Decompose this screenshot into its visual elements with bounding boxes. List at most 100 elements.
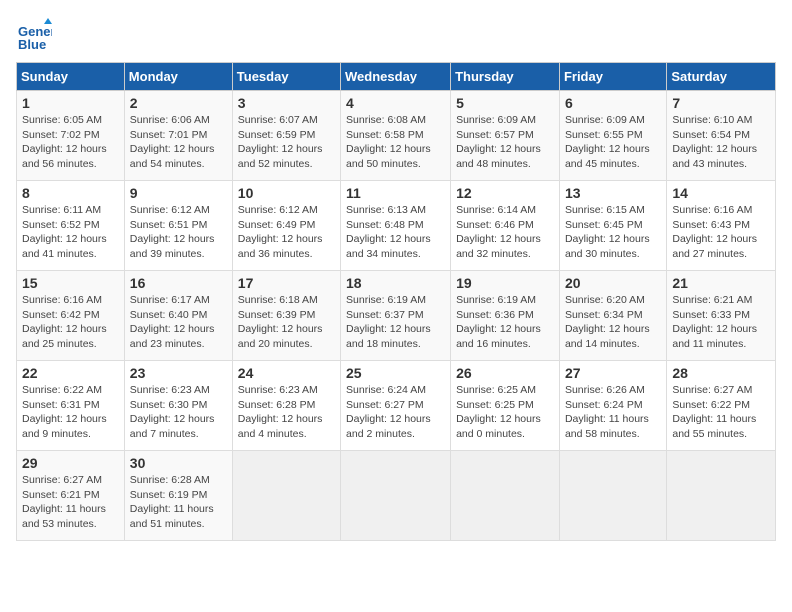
day-number: 29 [22, 455, 119, 471]
cell-info: Sunrise: 6:20 AMSunset: 6:34 PMDaylight:… [565, 293, 661, 352]
cell-info: Sunrise: 6:19 AMSunset: 6:37 PMDaylight:… [346, 293, 445, 352]
day-number: 19 [456, 275, 554, 291]
day-number: 3 [238, 95, 335, 111]
day-number: 4 [346, 95, 445, 111]
calendar-cell: 20 Sunrise: 6:20 AMSunset: 6:34 PMDayligh… [559, 271, 666, 361]
cell-info: Sunrise: 6:11 AMSunset: 6:52 PMDaylight:… [22, 203, 119, 262]
cell-info: Sunrise: 6:08 AMSunset: 6:58 PMDaylight:… [346, 113, 445, 172]
cell-info: Sunrise: 6:21 AMSunset: 6:33 PMDaylight:… [672, 293, 770, 352]
cell-info: Sunrise: 6:19 AMSunset: 6:36 PMDaylight:… [456, 293, 554, 352]
calendar-cell: 17Sunrise: 6:18 AMSunset: 6:39 PMDayligh… [232, 271, 340, 361]
day-number: 12 [456, 185, 554, 201]
cell-info: Sunrise: 6:09 AMSunset: 6:55 PMDaylight:… [565, 113, 661, 172]
calendar-cell [232, 451, 340, 541]
col-header-friday: Friday [559, 63, 666, 91]
cell-info: Sunrise: 6:24 AMSunset: 6:27 PMDaylight:… [346, 383, 445, 442]
day-number: 26 [456, 365, 554, 381]
cell-info: Sunrise: 6:22 AMSunset: 6:31 PMDaylight:… [22, 383, 119, 442]
calendar-cell: 30 Sunrise: 6:28 AMSunset: 6:19 PMDayligh… [124, 451, 232, 541]
calendar-cell: 28 Sunrise: 6:27 AMSunset: 6:22 PMDayligh… [667, 361, 776, 451]
calendar-cell: 9 Sunrise: 6:12 AMSunset: 6:51 PMDaylight… [124, 181, 232, 271]
calendar-cell: 8Sunrise: 6:11 AMSunset: 6:52 PMDaylight… [17, 181, 125, 271]
day-number: 5 [456, 95, 554, 111]
cell-info: Sunrise: 6:09 AMSunset: 6:57 PMDaylight:… [456, 113, 554, 172]
calendar-cell: 6 Sunrise: 6:09 AMSunset: 6:55 PMDaylight… [559, 91, 666, 181]
logo-icon: General Blue [16, 16, 52, 52]
col-header-tuesday: Tuesday [232, 63, 340, 91]
calendar-cell [451, 451, 560, 541]
calendar-cell: 26 Sunrise: 6:25 AMSunset: 6:25 PMDayligh… [451, 361, 560, 451]
cell-info: Sunrise: 6:26 AMSunset: 6:24 PMDaylight:… [565, 383, 661, 442]
day-number: 20 [565, 275, 661, 291]
calendar-cell: 24 Sunrise: 6:23 AMSunset: 6:28 PMDayligh… [232, 361, 340, 451]
cell-info: Sunrise: 6:25 AMSunset: 6:25 PMDaylight:… [456, 383, 554, 442]
calendar-cell [341, 451, 451, 541]
day-number: 14 [672, 185, 770, 201]
calendar-week-row: 15Sunrise: 6:16 AMSunset: 6:42 PMDayligh… [17, 271, 776, 361]
cell-info: Sunrise: 6:06 AMSunset: 7:01 PMDaylight:… [130, 113, 227, 172]
col-header-thursday: Thursday [451, 63, 560, 91]
cell-info: Sunrise: 6:27 AMSunset: 6:22 PMDaylight:… [672, 383, 770, 442]
col-header-wednesday: Wednesday [341, 63, 451, 91]
svg-text:Blue: Blue [18, 37, 46, 52]
cell-info: Sunrise: 6:14 AMSunset: 6:46 PMDaylight:… [456, 203, 554, 262]
calendar-cell: 16Sunrise: 6:17 AMSunset: 6:40 PMDayligh… [124, 271, 232, 361]
calendar-cell: 10Sunrise: 6:12 AMSunset: 6:49 PMDayligh… [232, 181, 340, 271]
col-header-saturday: Saturday [667, 63, 776, 91]
col-header-sunday: Sunday [17, 63, 125, 91]
cell-info: Sunrise: 6:12 AMSunset: 6:51 PMDaylight:… [130, 203, 227, 262]
calendar-cell: 22Sunrise: 6:22 AMSunset: 6:31 PMDayligh… [17, 361, 125, 451]
day-number: 1 [22, 95, 119, 111]
cell-info: Sunrise: 6:17 AMSunset: 6:40 PMDaylight:… [130, 293, 227, 352]
day-number: 13 [565, 185, 661, 201]
day-number: 11 [346, 185, 445, 201]
calendar-cell: 3 Sunrise: 6:07 AMSunset: 6:59 PMDaylight… [232, 91, 340, 181]
calendar-cell: 29 Sunrise: 6:27 AMSunset: 6:21 PMDayligh… [17, 451, 125, 541]
day-number: 23 [130, 365, 227, 381]
calendar-cell: 7 Sunrise: 6:10 AMSunset: 6:54 PMDaylight… [667, 91, 776, 181]
day-number: 28 [672, 365, 770, 381]
cell-info: Sunrise: 6:10 AMSunset: 6:54 PMDaylight:… [672, 113, 770, 172]
cell-info: Sunrise: 6:28 AMSunset: 6:19 PMDaylight:… [130, 473, 227, 532]
logo: General Blue [16, 16, 56, 52]
day-number: 6 [565, 95, 661, 111]
calendar-cell: 18 Sunrise: 6:19 AMSunset: 6:37 PMDayligh… [341, 271, 451, 361]
calendar-cell: 23 Sunrise: 6:23 AMSunset: 6:30 PMDayligh… [124, 361, 232, 451]
day-number: 17 [238, 275, 335, 291]
day-number: 30 [130, 455, 227, 471]
cell-info: Sunrise: 6:15 AMSunset: 6:45 PMDaylight:… [565, 203, 661, 262]
cell-info: Sunrise: 6:07 AMSunset: 6:59 PMDaylight:… [238, 113, 335, 172]
calendar-cell: 25 Sunrise: 6:24 AMSunset: 6:27 PMDayligh… [341, 361, 451, 451]
day-number: 24 [238, 365, 335, 381]
calendar-cell [667, 451, 776, 541]
cell-info: Sunrise: 6:27 AMSunset: 6:21 PMDaylight:… [22, 473, 119, 532]
cell-info: Sunrise: 6:23 AMSunset: 6:28 PMDaylight:… [238, 383, 335, 442]
calendar-cell: 1 Sunrise: 6:05 AMSunset: 7:02 PMDaylight… [17, 91, 125, 181]
day-number: 10 [238, 185, 335, 201]
calendar-cell: 21Sunrise: 6:21 AMSunset: 6:33 PMDayligh… [667, 271, 776, 361]
cell-info: Sunrise: 6:16 AMSunset: 6:43 PMDaylight:… [672, 203, 770, 262]
cell-info: Sunrise: 6:13 AMSunset: 6:48 PMDaylight:… [346, 203, 445, 262]
calendar-cell: 27Sunrise: 6:26 AMSunset: 6:24 PMDayligh… [559, 361, 666, 451]
calendar-cell [559, 451, 666, 541]
calendar-cell: 15Sunrise: 6:16 AMSunset: 6:42 PMDayligh… [17, 271, 125, 361]
col-header-monday: Monday [124, 63, 232, 91]
calendar-week-row: 8Sunrise: 6:11 AMSunset: 6:52 PMDaylight… [17, 181, 776, 271]
day-number: 18 [346, 275, 445, 291]
calendar-week-row: 1 Sunrise: 6:05 AMSunset: 7:02 PMDaylight… [17, 91, 776, 181]
cell-info: Sunrise: 6:23 AMSunset: 6:30 PMDaylight:… [130, 383, 227, 442]
calendar-cell: 14 Sunrise: 6:16 AMSunset: 6:43 PMDayligh… [667, 181, 776, 271]
calendar-cell: 5 Sunrise: 6:09 AMSunset: 6:57 PMDaylight… [451, 91, 560, 181]
day-number: 25 [346, 365, 445, 381]
calendar-cell: 13 Sunrise: 6:15 AMSunset: 6:45 PMDayligh… [559, 181, 666, 271]
cell-info: Sunrise: 6:05 AMSunset: 7:02 PMDaylight:… [22, 113, 119, 172]
day-number: 9 [130, 185, 227, 201]
calendar-week-row: 22Sunrise: 6:22 AMSunset: 6:31 PMDayligh… [17, 361, 776, 451]
calendar-cell: 19 Sunrise: 6:19 AMSunset: 6:36 PMDayligh… [451, 271, 560, 361]
day-number: 7 [672, 95, 770, 111]
calendar-table: SundayMondayTuesdayWednesdayThursdayFrid… [16, 62, 776, 541]
calendar-cell: 11 Sunrise: 6:13 AMSunset: 6:48 PMDayligh… [341, 181, 451, 271]
page-header: General Blue [16, 16, 776, 52]
calendar-cell: 2Sunrise: 6:06 AMSunset: 7:01 PMDaylight… [124, 91, 232, 181]
calendar-cell: 4 Sunrise: 6:08 AMSunset: 6:58 PMDaylight… [341, 91, 451, 181]
